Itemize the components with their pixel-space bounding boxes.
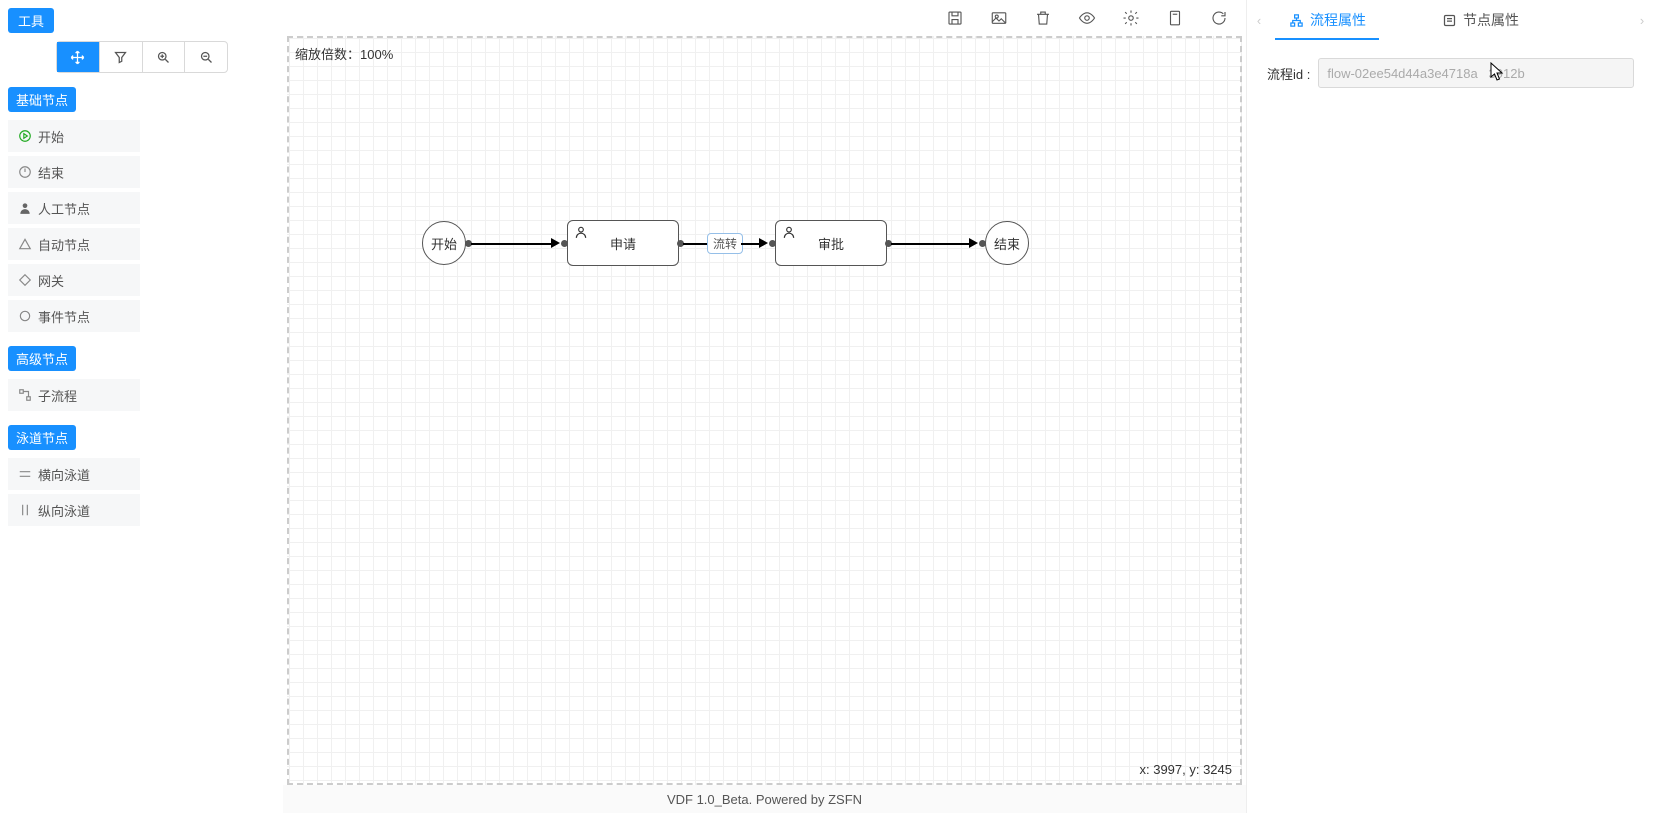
tab-flow-props[interactable]: 流程属性 [1271,0,1384,40]
node-label: 横向泳道 [38,465,90,484]
node-auto[interactable]: 自动节点 [8,228,140,260]
circle-icon [18,309,32,323]
node-icon [1442,13,1457,28]
save-icon[interactable] [946,9,964,27]
refresh-icon[interactable] [1210,9,1228,27]
section-advanced: 高级节点 [8,346,76,371]
flowid-label: 流程id : [1267,64,1310,83]
node-gateway[interactable]: 网关 [8,264,140,296]
right-tabs: ‹ 流程属性 节点属性 › [1247,0,1654,40]
edge-label[interactable]: 流转 [707,233,743,254]
flow-node-start[interactable]: 开始 [422,221,466,265]
vlane-icon [18,503,32,517]
arrow-icon [551,238,560,248]
tabs-next[interactable]: › [1630,0,1654,40]
node-label: 子流程 [38,386,77,405]
section-basic: 基础节点 [8,87,76,112]
play-circle-icon [18,129,32,143]
image-icon[interactable] [990,9,1008,27]
page-icon[interactable] [1166,9,1184,27]
flow-icon [1289,13,1304,28]
node-end[interactable]: 结束 [8,156,140,188]
zoom-label: 缩放倍数：100% [295,44,393,63]
move-tool-tab[interactable] [57,42,100,72]
node-start[interactable]: 开始 [8,120,140,152]
canvas-area: 缩放倍数：100% 开始 申请 流转 审批 结束 x: 3997, y: 324… [283,0,1246,813]
eye-icon[interactable] [1078,9,1096,27]
right-panel: ‹ 流程属性 节点属性 › 流程id : [1246,0,1654,813]
footer: VDF 1.0_Beta. Powered by ZSFN [283,785,1246,813]
tab-label: 节点属性 [1463,10,1519,30]
node-label: 结束 [38,163,64,182]
node-vlane[interactable]: 纵向泳道 [8,494,140,526]
node-label: 网关 [38,271,64,290]
triangle-icon [18,237,32,251]
section-lane: 泳道节点 [8,425,76,450]
node-label: 开始 [38,127,64,146]
gear-icon[interactable] [1122,9,1140,27]
flow-edge[interactable] [891,243,969,245]
flow-node-task[interactable]: 审批 [775,220,887,266]
canvas-coords: x: 3997, y: 3245 [1139,762,1232,777]
person-icon [574,225,588,239]
zoom-out-tab[interactable] [185,42,227,72]
node-label: 事件节点 [38,307,90,326]
tab-node-props[interactable]: 节点属性 [1424,0,1537,40]
tools-header: 工具 [8,8,54,33]
node-hlane[interactable]: 横向泳道 [8,458,140,490]
sidebar: 工具 基础节点 开始 结束 人工节点 自动节点 网关 事件节点 高级节点 子流程… [0,0,283,813]
node-label: 自动节点 [38,235,90,254]
node-label: 纵向泳道 [38,501,90,520]
tabs-prev[interactable]: ‹ [1247,0,1271,40]
trash-icon[interactable] [1034,9,1052,27]
node-label: 人工节点 [38,199,90,218]
node-manual[interactable]: 人工节点 [8,192,140,224]
flowid-input[interactable] [1318,58,1634,88]
power-icon [18,165,32,179]
flow-edge[interactable] [741,243,759,245]
flow-edge[interactable] [471,243,551,245]
flow-node-task[interactable]: 申请 [567,220,679,266]
subflow-icon [18,388,32,402]
arrow-icon [759,238,768,248]
flow-node-end[interactable]: 结束 [985,221,1029,265]
form-row-flowid: 流程id : [1267,58,1634,88]
node-event[interactable]: 事件节点 [8,300,140,332]
tab-label: 流程属性 [1310,10,1366,30]
tool-mode-tabs [56,41,228,73]
top-toolbar [283,0,1246,36]
flow-edge[interactable] [683,243,707,245]
person-icon [782,225,796,239]
diamond-icon [18,273,32,287]
zoom-in-tab[interactable] [143,42,186,72]
canvas[interactable]: 缩放倍数：100% 开始 申请 流转 审批 结束 x: 3997, y: 324… [287,36,1242,785]
person-icon [18,201,32,215]
node-subflow[interactable]: 子流程 [8,379,140,411]
filter-tool-tab[interactable] [100,42,143,72]
arrow-icon [969,238,978,248]
hlane-icon [18,467,32,481]
